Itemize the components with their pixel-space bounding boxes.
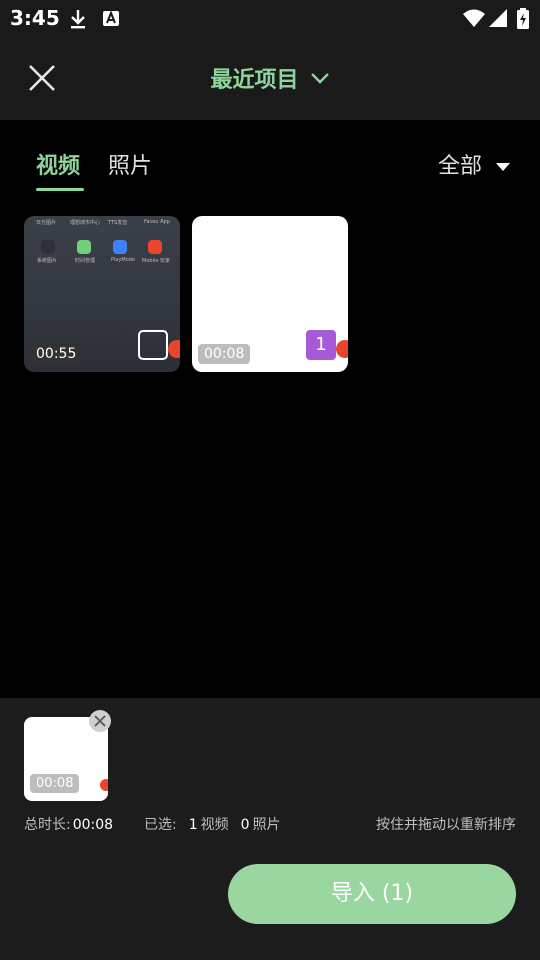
thumb-label: PlayMode: [111, 257, 136, 263]
app-icon: [148, 240, 162, 254]
app-badge-icon: [100, 779, 108, 791]
battery-charging-icon: [517, 8, 529, 29]
app-badge-icon: [168, 340, 180, 358]
photo-unit: 照片: [252, 817, 281, 833]
remove-selection-icon[interactable]: [89, 710, 111, 732]
video-duration: 00:55: [30, 344, 83, 364]
thumb-label: TTS发音: [108, 220, 128, 226]
media-item-video-1[interactable]: 日光图片 理想城市中心 TTS发音 Faceu App 系统图片 时间管理 Pl…: [24, 216, 180, 372]
thumb-label: 日光图片: [36, 220, 57, 226]
header: 最近项目: [0, 40, 540, 120]
total-duration-value: 00:08: [72, 817, 114, 833]
app-badge-icon: [336, 340, 348, 358]
selected-duration: 00:08: [30, 774, 80, 793]
total-duration: 总时长: 00:08: [24, 814, 113, 834]
total-duration-label: 总时长:: [24, 817, 71, 833]
tab-video[interactable]: 视频: [36, 148, 80, 180]
thumb-label: Mobile 玩家: [142, 258, 170, 264]
selection-panel: 00:08 总时长: 00:08 已选: 1 视频 0 照片 按住并拖动以重新排序 导入 …: [0, 698, 540, 960]
filter-dropdown[interactable]: 全部: [438, 148, 510, 180]
video-duration: 00:08: [198, 344, 251, 364]
selected-label: 已选:: [144, 817, 177, 833]
app-icon: [113, 240, 127, 254]
header-title[interactable]: 最近项目: [210, 68, 298, 93]
signal-icon: [489, 9, 507, 27]
reorder-hint: 按住并拖动以重新排序: [376, 817, 516, 833]
download-icon: [71, 10, 85, 29]
media-type-tabs: 视频 照片 全部: [0, 120, 540, 200]
tab-video-underline: [36, 188, 84, 191]
import-button[interactable]: 导入 (1): [228, 864, 516, 924]
thumb-label: 理想城市中心: [70, 220, 101, 226]
video-count: 1: [188, 817, 198, 833]
video-unit: 视频: [200, 817, 229, 833]
album-selector[interactable]: 最近项目: [0, 62, 540, 94]
status-bar: 3:45: [0, 0, 540, 40]
app-icon: [77, 240, 91, 254]
tab-photo[interactable]: 照片: [108, 148, 152, 180]
chevron-down-icon[interactable]: [310, 71, 330, 85]
caret-down-icon: [496, 163, 510, 171]
media-item-video-2[interactable]: 00:08 1: [192, 216, 348, 372]
font-a-icon: [103, 10, 119, 26]
thumb-label: 系统图片: [37, 258, 58, 264]
thumb-label: Faceu App: [144, 219, 170, 225]
selected-count: 已选: 1 视频 0 照片: [144, 814, 281, 834]
wifi-icon: [463, 9, 485, 27]
filter-label: 全部: [437, 154, 482, 179]
app-icon: [41, 240, 55, 254]
status-time: 3:45: [10, 6, 60, 30]
thumb-label: 时间管理: [75, 258, 96, 264]
photo-count: 0: [240, 817, 250, 833]
selection-index-badge[interactable]: 1: [306, 330, 336, 360]
select-checkbox[interactable]: [138, 330, 168, 360]
